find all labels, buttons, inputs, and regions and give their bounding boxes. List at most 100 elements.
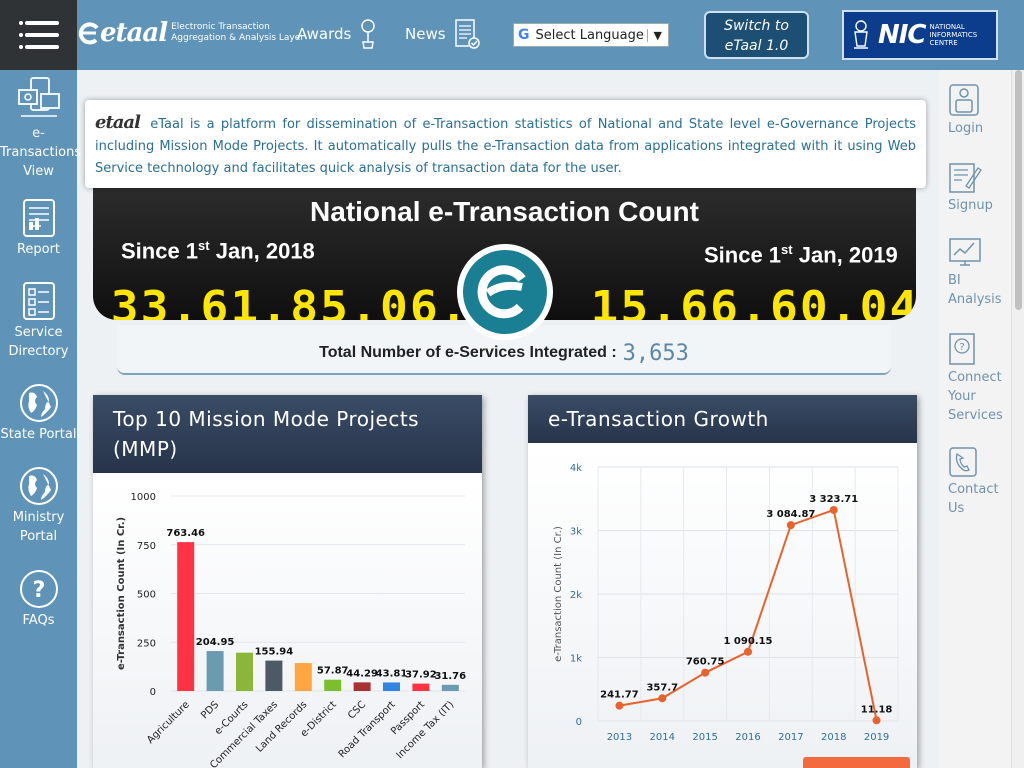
switch-line-1: Switch to	[724, 18, 789, 34]
sidebar-label-line-2: Portal	[19, 529, 58, 544]
y-axis-label: e-Transaction Count (In Cr.)	[553, 526, 564, 662]
bar-value-label: 204.95	[196, 637, 235, 648]
switch-line-2: eTaal 1.0	[724, 38, 789, 54]
language-select[interactable]: G Select Language ▼	[513, 23, 669, 47]
sidebar-item-faqs[interactable]: ? FAQs	[0, 569, 77, 630]
sidebar-item-ministry-portal[interactable]: Ministry Portal	[0, 466, 77, 546]
news-icon	[454, 19, 480, 49]
sidebar-item-service-directory[interactable]: Service Directory	[0, 281, 77, 361]
x-tick-label: CSC	[346, 699, 368, 721]
nic-logo[interactable]: NIC NATIONAL INFORMATICS CENTRE	[842, 10, 998, 60]
news-link[interactable]: News	[405, 18, 480, 50]
sidebar-label-line-1: Ministry	[12, 510, 65, 525]
point-value-label: 357.7	[646, 682, 678, 693]
sidebar-label-line-1: State Portal	[0, 427, 77, 442]
contact-icon	[949, 447, 977, 477]
point-value-label: 3 084.87	[766, 509, 815, 520]
etaal-logo[interactable]: etaal Electronic Transaction Aggregation…	[78, 18, 304, 48]
point-value-label: 1 090.15	[723, 636, 772, 647]
bi-analysis-icon	[949, 238, 981, 266]
directory-icon	[22, 282, 55, 320]
sidebar-label-line-2: Directory	[8, 344, 69, 359]
question-icon: ?	[19, 570, 58, 608]
news-label: News	[405, 25, 446, 43]
about-logo: etaal	[95, 112, 141, 133]
login-icon	[949, 84, 979, 116]
nic-word: NIC	[878, 20, 927, 50]
x-tick-label: 2013	[607, 732, 632, 743]
x-tick-label: 2016	[735, 732, 760, 743]
sidebar-item-connect-your-services[interactable]: ? Connect Your Services	[948, 332, 1010, 425]
etaal-e-badge-icon	[457, 244, 553, 340]
y-tick-label: 1k	[570, 654, 582, 665]
connect-icon: ?	[949, 333, 975, 365]
since-2018-sup: st	[198, 238, 210, 253]
data-point	[701, 668, 710, 677]
sidebar-label-line-1: Signup	[948, 198, 993, 213]
hamburger-menu-button[interactable]	[0, 0, 77, 70]
bar-value-label: 44.29	[346, 668, 378, 679]
growth-line-chart: 0 1k 2k 3k 4k e-Transaction Count (In Cr.) 241…	[553, 463, 899, 743]
y-tick-label: 750	[137, 541, 156, 552]
bar	[441, 684, 459, 691]
mmp-bar-chart: 0 250 500 750 1000 e-Transaction Count (In Cr…	[116, 492, 466, 768]
point-value-label: 241.77	[600, 690, 639, 701]
awards-link[interactable]: Awards	[297, 18, 377, 50]
nic-subtitle: NATIONAL INFORMATICS CENTRE	[930, 23, 978, 47]
count-since-2019: 15,66,60,043	[590, 282, 916, 320]
sidebar-item-report[interactable]: Report	[0, 198, 77, 259]
bar	[236, 652, 253, 691]
tagline-line-1: Electronic Transaction	[171, 22, 270, 32]
about-panel: etaal eTaal is a platform for disseminat…	[85, 100, 926, 188]
mmp-chart-area: 0 250 500 750 1000 e-Transaction Count (In Cr…	[93, 478, 482, 768]
vertical-scrollbar[interactable]: ▲	[1011, 70, 1024, 768]
nic-sub-1: NATIONAL	[929, 23, 965, 31]
point-value-label: 760.75	[686, 657, 725, 668]
left-sidebar: e- Transactions View Report Service Dire…	[0, 70, 81, 768]
tagline-line-2: Aggregation & Analysis Layer	[171, 33, 304, 43]
x-tick-label: 2017	[778, 732, 803, 743]
sidebar-item-bi-analysis[interactable]: BI Analysis	[948, 237, 1010, 309]
since-2018-label: Since 1st Jan, 2018	[121, 238, 315, 264]
bar-value-label: 763.46	[166, 528, 205, 539]
switch-version-button[interactable]: Switch to eTaal 1.0	[704, 11, 809, 59]
top-mmp-title: Top 10 Mission Mode Projects (MMP)	[93, 395, 482, 473]
y-axis-label: e-Transaction Count (In Cr.)	[116, 517, 127, 670]
bar	[206, 651, 224, 691]
scrollbar-thumb[interactable]	[1015, 70, 1022, 310]
bar-value-label: 31.76	[434, 671, 466, 682]
about-text: eTaal is a platform for dissemination of…	[95, 117, 916, 176]
services-integrated-label: Total Number of e-Services Integrated :	[319, 344, 617, 361]
sidebar-item-login[interactable]: Login	[948, 83, 1010, 138]
growth-chart-area: 0 1k 2k 3k 4k e-Transaction Count (In Cr.) 241…	[528, 448, 917, 768]
nic-sub-3: CENTRE	[929, 39, 958, 47]
sidebar-item-e-transactions-view[interactable]: e- Transactions View	[0, 76, 81, 181]
data-point	[744, 647, 752, 656]
y-tick-label: 500	[137, 590, 156, 601]
services-integrated-count: 3,653	[622, 340, 689, 366]
sidebar-item-state-portal[interactable]: State Portal	[0, 383, 77, 444]
feedback-tab[interactable]	[803, 757, 910, 768]
data-point	[786, 521, 795, 530]
globe-icon	[19, 384, 58, 422]
sidebar-item-signup[interactable]: Signup	[948, 160, 1010, 215]
x-tick-label: 2014	[650, 732, 675, 743]
hamburger-icon	[18, 21, 59, 49]
x-tick-label: PDS	[199, 699, 221, 721]
x-tick-label: Land Records	[254, 699, 309, 754]
nic-sub-2: INFORMATICS	[929, 31, 978, 39]
growth-title: e-Transaction Growth	[528, 395, 917, 443]
since-2019-post: Jan, 2019	[792, 242, 898, 268]
sidebar-item-contact-us[interactable]: Contact Us	[948, 446, 1010, 518]
sidebar-label-line-1: FAQs	[22, 613, 55, 628]
x-tick-label: 2015	[692, 732, 717, 743]
bar	[383, 682, 400, 691]
bar-value-label: 155.94	[255, 647, 294, 658]
right-sidebar: Login Signup BI Analysis ? Connect Your …	[939, 70, 1011, 768]
bar	[265, 660, 283, 691]
y-tick-label: 1000	[131, 492, 156, 503]
bar	[177, 542, 195, 691]
sidebar-label-line-1: Service	[14, 325, 63, 340]
language-select-label: Select Language	[535, 27, 644, 43]
y-tick-label: 0	[576, 717, 582, 728]
